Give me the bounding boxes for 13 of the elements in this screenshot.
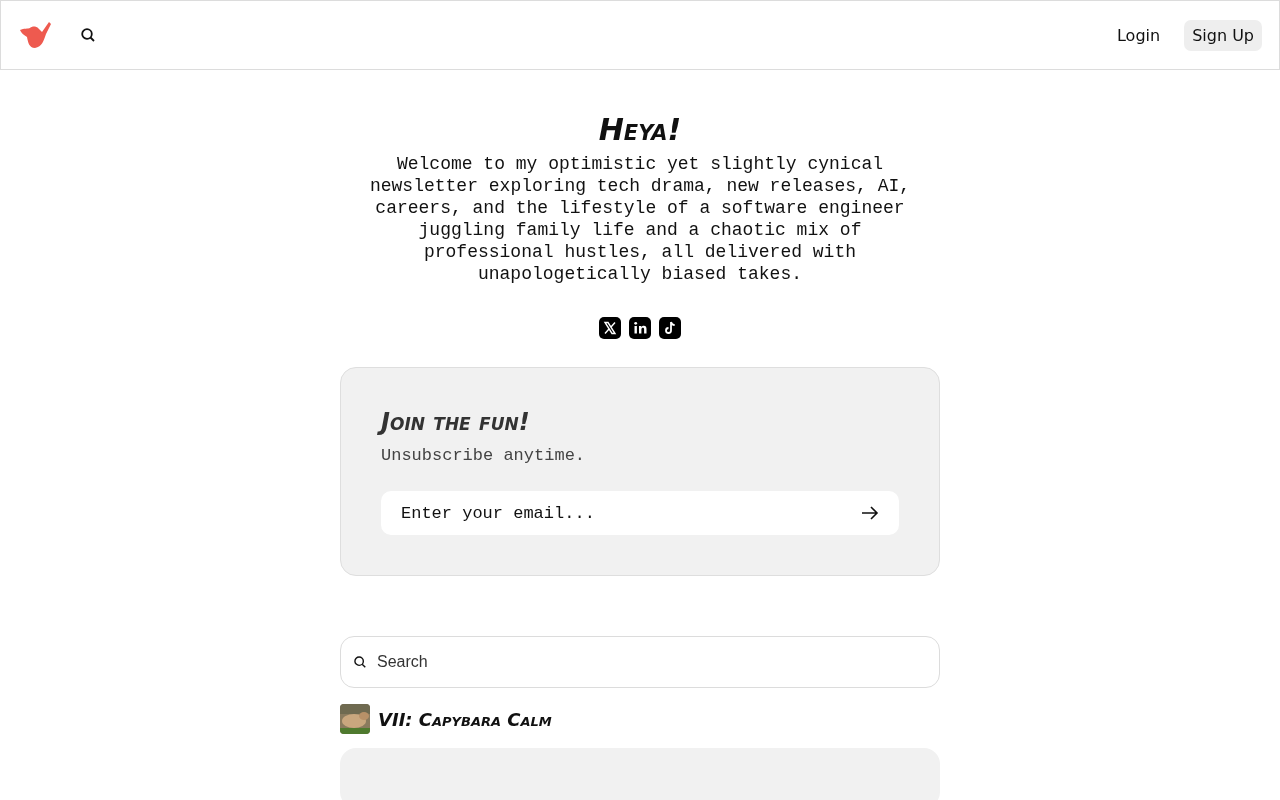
intro-paragraph: Welcome to my optimistic yet slightly cynical newsletter exploring tech drama, new releases, AI, careers, and the lifestyle of a software engineer juggling family life and a chaotic mix of professional hustles, all delivered with unapologetically biased takes.	[368, 153, 912, 285]
subscribe-subtitle: Unsubscribe anytime.	[381, 446, 587, 465]
sign-up-button[interactable]: Sign Up	[1184, 19, 1262, 51]
search-icon[interactable]	[80, 27, 96, 43]
tiktok-logo-icon[interactable]	[659, 317, 681, 339]
email-field[interactable]: Enter your email...	[381, 491, 899, 535]
post-title-link[interactable]: VII: Capybara Calm	[378, 708, 552, 730]
search-field[interactable]: Search	[340, 636, 940, 688]
linkedin-logo-icon[interactable]	[629, 317, 651, 339]
page-title: Heya!	[598, 112, 682, 147]
login-button[interactable]: Login	[1108, 18, 1169, 52]
arrow-right-icon[interactable]	[861, 506, 879, 520]
x-logo-icon[interactable]	[599, 317, 621, 339]
